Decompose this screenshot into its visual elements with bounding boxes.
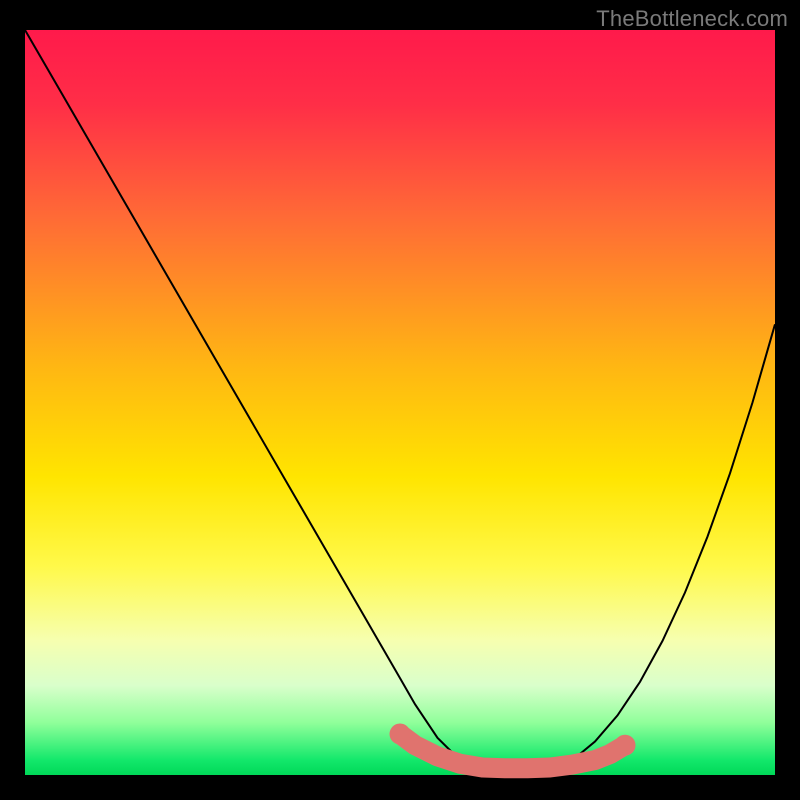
bottleneck-chart [0,0,800,800]
plot-background [25,30,775,775]
optimal-zone-endpoint [615,735,636,756]
chart-stage: TheBottleneck.com [0,0,800,800]
attribution-label: TheBottleneck.com [596,6,788,32]
optimal-zone-endpoint [390,724,411,745]
